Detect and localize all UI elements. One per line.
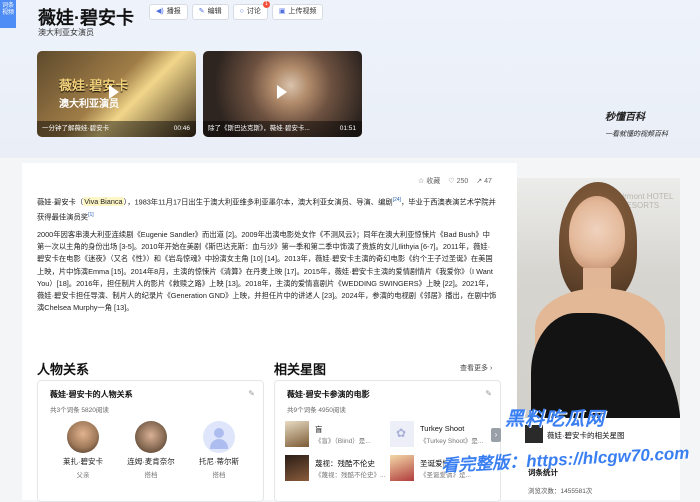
video-duration: 01:51 — [339, 125, 356, 132]
intro-original-name: Viva Bianca — [83, 197, 124, 207]
view-count-label: 浏览次数： — [528, 488, 561, 495]
star-icon: ☆ — [418, 178, 425, 185]
star-map-panel-title[interactable]: 薇娃·碧安卡参演的电影 — [287, 389, 370, 400]
side-star-map-title[interactable]: 薇娃·碧安卡的相关星图 — [547, 430, 625, 441]
person-role: 搭档 — [144, 472, 158, 479]
entry-view-count: 浏览次数：1455581次 — [528, 485, 592, 495]
upload-video-button[interactable]: ▣ 上传视频 — [271, 4, 324, 20]
brand-logo-block: 秒懂百科 一看就懂的视频百科 — [605, 108, 675, 139]
collect-button[interactable]: ☆ 收藏 — [418, 176, 440, 186]
edit-button[interactable]: ✎ 编辑 — [191, 4, 229, 20]
view-more-link[interactable]: 查看更多 › — [460, 363, 492, 373]
avatar — [67, 421, 99, 453]
movie-poster — [285, 421, 309, 447]
collect-label: 收藏 — [426, 178, 441, 185]
upload-icon: ▣ — [278, 8, 286, 15]
citation-ref[interactable]: [24] — [393, 197, 401, 203]
person-item[interactable]: 连姆·麦肯奈尔 搭档 — [126, 421, 176, 479]
movie-desc: 《蔑视：残酷不伦史》... — [315, 472, 386, 479]
photo-face — [569, 196, 625, 271]
share-icon: ↗ — [476, 178, 483, 185]
movie-desc: 《盲》（Blind）是... — [315, 438, 371, 445]
like-button[interactable]: ♡ 250 — [448, 176, 468, 186]
play-icon[interactable] — [109, 85, 119, 99]
person-role: 搭档 — [212, 472, 226, 479]
edit-icon: ✎ — [198, 8, 205, 15]
intro-text: ，1983年11月17日出生于澳大利亚维多利亚墨尔本，澳大利亚女演员、导演、编剧 — [127, 197, 393, 207]
article-stats: ☆ 收藏 ♡ 250 ↗ 47 — [418, 176, 492, 186]
brand-slogan: 一看就懂的视频百科 — [605, 131, 668, 138]
person-role: 父亲 — [76, 472, 90, 479]
discuss-label: 讨论 — [246, 8, 261, 15]
movie-item[interactable]: 蔑视：残酷不伦史 《蔑视：残酷不伦史》... — [285, 455, 385, 485]
comment-icon: ○ — [239, 8, 244, 15]
thumb-up-icon: ♡ — [448, 178, 455, 185]
upload-video-label: 上传视频 — [288, 8, 317, 15]
edit-label: 编辑 — [207, 8, 222, 15]
view-more-label: 查看更多 — [460, 365, 488, 372]
chevron-right-icon: › — [494, 430, 498, 439]
brand-logo: 秒懂百科 — [605, 112, 645, 123]
relations-heading: 人物关系 — [37, 362, 90, 377]
video-card-2[interactable]: 除了《斯巴达克斯》，薇娃·碧安卡... 01:51 — [203, 51, 362, 137]
avatar — [135, 421, 167, 453]
citation-ref[interactable]: [1] — [88, 212, 94, 218]
star-map-panel: 薇娃·碧安卡参演的电影 共9个词条 4950阅读 ✎ 盲 《盲》（Blind）是… — [274, 380, 501, 502]
movie-title: Turkey Shoot — [420, 424, 465, 433]
career-paragraph: 2000年因客串澳大利亚连续剧《Eugenie Sandler》而出道 [2]。… — [37, 230, 497, 313]
movie-title: 蔑视：残酷不伦史 — [315, 459, 375, 468]
movie-poster — [285, 455, 309, 481]
discuss-badge: 1 — [262, 1, 270, 8]
share-count: 47 — [484, 177, 492, 185]
movie-poster: ✿ — [390, 421, 414, 447]
broadcast-button[interactable]: ◀) 播报 — [149, 4, 188, 20]
pencil-icon[interactable]: ✎ — [485, 389, 492, 398]
person-name: 连姆·麦肯奈尔 — [127, 457, 175, 466]
next-arrow-button[interactable]: › — [491, 428, 501, 442]
play-icon[interactable] — [277, 85, 287, 99]
film-icon: ✿ — [396, 426, 407, 440]
movie-poster — [390, 455, 414, 481]
person-name: 托尼·蒂尔斯 — [199, 457, 239, 466]
movie-desc: 《Turkey Shoot》是... — [420, 438, 484, 445]
default-avatar-icon — [203, 421, 235, 453]
toolbar: ◀) 播报 ✎ 编辑 ○ 讨论 1 ▣ 上传视频 — [149, 1, 324, 20]
star-map-panel-meta: 共9个词条 4950阅读 — [287, 407, 346, 414]
video-card-1[interactable]: 薇娃·碧安卡 澳大利亚演员 一分钟了解薇娃·碧安卡 00:46 — [37, 51, 196, 137]
video-caption-text: 一分钟了解薇娃·碧安卡 — [42, 125, 110, 132]
video-side-tab[interactable]: 词条 视频 — [0, 0, 16, 28]
movie-item[interactable]: 盲 《盲》（Blind）是... — [285, 421, 385, 451]
chevron-right-icon: › — [489, 365, 493, 372]
relations-panel: 薇娃·碧安卡的人物关系 共3个词条 5820阅读 ✎ 莱扎·碧安卡 父亲 连姆·… — [37, 380, 264, 502]
relations-panel-meta: 共3个词条 5820阅读 — [50, 407, 109, 414]
movie-title: 盲 — [315, 425, 323, 434]
watermark-title: 黑料吃瓜网 — [505, 409, 606, 430]
video-caption: 除了《斯巴达克斯》，薇娃·碧安卡... 01:51 — [203, 121, 362, 137]
video-duration: 00:46 — [173, 125, 190, 132]
relations-panel-title[interactable]: 薇娃·碧安卡的人物关系 — [50, 389, 133, 400]
view-count-value: 1455581次 — [560, 488, 593, 495]
person-name: 莱扎·碧安卡 — [63, 457, 103, 466]
like-count: 250 — [456, 177, 469, 185]
pencil-icon[interactable]: ✎ — [248, 389, 255, 398]
speaker-icon: ◀) — [156, 8, 164, 15]
video-caption: 一分钟了解薇娃·碧安卡 00:46 — [37, 121, 196, 137]
page-subtitle: 澳大利亚女演员 — [38, 28, 94, 37]
intro-paragraph: 薇娃·碧安卡（Viva Bianca），1983年11月17日出生于澳大利亚维多… — [37, 197, 496, 222]
broadcast-label: 播报 — [166, 8, 181, 15]
person-item[interactable]: 托尼·蒂尔斯 搭档 — [194, 421, 244, 479]
star-map-heading: 相关星图 — [274, 362, 327, 377]
movie-item[interactable]: ✿ Turkey Shoot 《Turkey Shoot》是... — [390, 421, 490, 451]
video-side-tab-label: 词条 视频 — [1, 3, 14, 16]
share-button[interactable]: ↗ 47 — [476, 176, 492, 186]
intro-name: 薇娃·碧安卡 — [37, 197, 76, 207]
discuss-button[interactable]: ○ 讨论 1 — [232, 1, 270, 20]
video-caption-text: 除了《斯巴达克斯》，薇娃·碧安卡... — [208, 125, 310, 132]
person-item[interactable]: 莱扎·碧安卡 父亲 — [58, 421, 108, 479]
